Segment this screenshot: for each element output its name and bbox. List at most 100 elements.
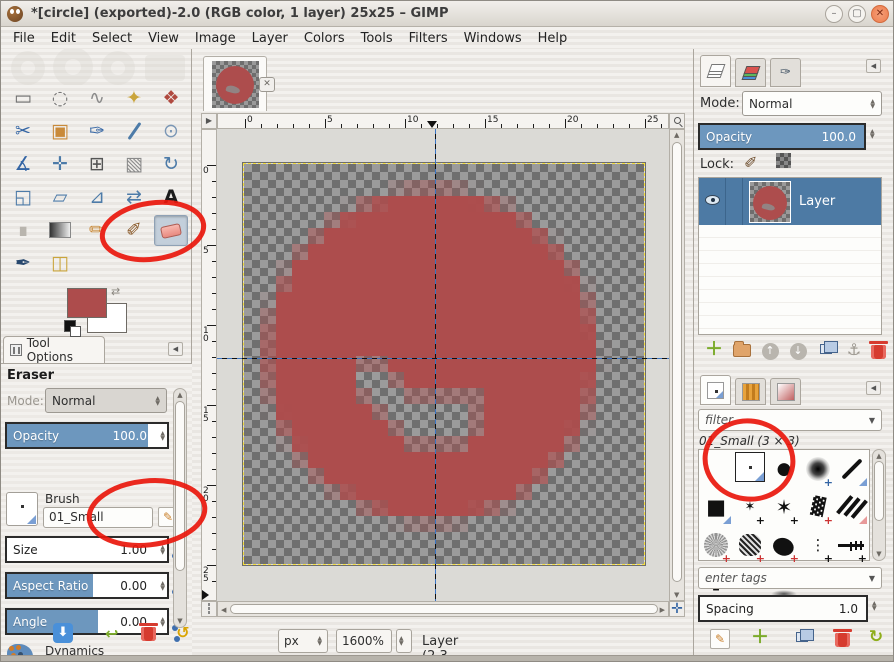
- layer-opacity-spinner[interactable]: ▲ ▼: [870, 129, 875, 140]
- tab-brushes[interactable]: [700, 375, 731, 405]
- tab-paths[interactable]: ✑: [770, 58, 801, 87]
- image-tab[interactable]: [203, 56, 267, 111]
- menu-layer[interactable]: Layer: [244, 29, 296, 48]
- tool-flip[interactable]: ⇄: [117, 182, 151, 213]
- tool-perspective[interactable]: ⊿: [80, 182, 114, 213]
- menu-file[interactable]: File: [5, 29, 43, 48]
- brush-tags-input[interactable]: enter tags ▼: [698, 567, 882, 589]
- zoom-level-field[interactable]: 1600%: [336, 629, 392, 653]
- delete-layer-icon[interactable]: [866, 341, 890, 363]
- brush-chalk[interactable]: +: [699, 526, 733, 564]
- menu-image[interactable]: Image: [187, 29, 244, 48]
- layer-name[interactable]: Layer: [799, 194, 835, 209]
- menu-tools[interactable]: Tools: [353, 29, 401, 48]
- tool-scale[interactable]: ◱: [6, 182, 40, 213]
- canvas-layer[interactable]: [243, 163, 645, 565]
- collapse-left-dock-icon[interactable]: ◀: [168, 342, 183, 356]
- duplicate-layer-icon[interactable]: [814, 339, 838, 361]
- brush-noise[interactable]: +: [733, 526, 767, 564]
- tool-paths[interactable]: ✑: [80, 116, 114, 147]
- layer-opacity-slider[interactable]: Opacity 100.0: [698, 123, 866, 150]
- brush-spark-thin[interactable]: ✶ +: [733, 488, 767, 527]
- vertical-scrollbar[interactable]: ▲ ▼: [669, 129, 685, 601]
- foreground-color-swatch[interactable]: [67, 288, 107, 318]
- collapse-brushes-dock-icon[interactable]: ◀: [866, 381, 881, 395]
- lower-layer-icon[interactable]: ↓: [786, 339, 810, 361]
- quick-mask-toggle-icon[interactable]: [201, 601, 217, 617]
- aspect-ratio-slider[interactable]: Aspect Ratio 0.00 ▲ ▼: [5, 572, 169, 599]
- menu-edit[interactable]: Edit: [43, 29, 84, 48]
- layer-list[interactable]: Layer: [698, 177, 882, 335]
- brush-dots[interactable]: ⋮ +: [801, 526, 835, 564]
- tool-fuzzy-select[interactable]: ✦: [117, 83, 151, 114]
- restore-tool-preset-icon[interactable]: ↩: [105, 624, 118, 643]
- default-colors-icon[interactable]: [64, 320, 81, 337]
- tool-free-select[interactable]: ∿: [80, 83, 114, 114]
- tool-scissors[interactable]: ✂: [6, 116, 40, 147]
- tool-rotate[interactable]: ↻: [154, 149, 188, 180]
- ruler-corner-menu-icon[interactable]: ▶: [201, 113, 217, 129]
- anchor-layer-icon[interactable]: ⚓: [842, 339, 866, 361]
- tool-shear[interactable]: ▱: [43, 182, 77, 213]
- brush-grunge[interactable]: ▓ +: [801, 488, 835, 526]
- menu-view[interactable]: View: [140, 29, 187, 48]
- unit-select[interactable]: px ▲ ▼: [278, 629, 328, 653]
- menu-select[interactable]: Select: [84, 29, 140, 48]
- brush-blank[interactable]: [699, 450, 733, 488]
- layer-row[interactable]: Layer: [699, 178, 881, 225]
- layer-mode-select[interactable]: Normal ▲ ▼: [742, 91, 882, 116]
- save-tool-preset-icon[interactable]: ⬇: [53, 623, 73, 643]
- tool-zoom[interactable]: ⊙: [154, 116, 188, 147]
- tool-align[interactable]: ⊞: [80, 149, 114, 180]
- maximize-button[interactable]: ▢: [848, 5, 866, 23]
- horizontal-scrollbar[interactable]: ◀ ▶: [217, 601, 669, 617]
- tab-patterns[interactable]: [735, 378, 766, 405]
- menu-colors[interactable]: Colors: [296, 29, 353, 48]
- brush-01_small[interactable]: [733, 450, 767, 488]
- tab-tool-options[interactable]: Tool Options: [3, 336, 105, 364]
- zoom-follow-window-icon[interactable]: [669, 113, 685, 129]
- tool-crop[interactable]: ▧: [117, 149, 151, 180]
- tool-measure[interactable]: ∡: [6, 149, 40, 180]
- brush-spacing-spinner[interactable]: ▲ ▼: [872, 601, 877, 612]
- lock-pixels-icon[interactable]: ✐: [744, 153, 757, 172]
- tool-pencil[interactable]: ✏: [80, 215, 114, 246]
- navigation-icon[interactable]: ✛: [669, 601, 685, 617]
- brush-blob[interactable]: ● +: [767, 526, 801, 564]
- tab-layers[interactable]: [700, 55, 731, 87]
- swap-colors-icon[interactable]: ⇄: [111, 285, 120, 298]
- collapse-right-dock-icon[interactable]: ◀: [866, 59, 881, 73]
- brush-hatch[interactable]: [835, 488, 869, 526]
- brush-grid-scrollbar[interactable]: ▲ ▼: [872, 449, 886, 561]
- delete-tool-preset-icon[interactable]: [139, 623, 158, 641]
- tool-ink[interactable]: ✒: [6, 248, 40, 279]
- tool-ellipse-select[interactable]: ◌: [43, 83, 77, 114]
- refresh-brushes-icon[interactable]: ↻: [864, 627, 888, 649]
- tab-gradients[interactable]: [770, 378, 801, 405]
- duplicate-brush-icon[interactable]: [790, 627, 814, 649]
- opacity-slider[interactable]: Opacity 100.0 ▲ ▼: [5, 422, 169, 449]
- brush-grid[interactable]: ●+■✶+✶+▓+++●+⋮++▮: [698, 449, 870, 599]
- tool-select-by-color[interactable]: ❖: [154, 83, 188, 114]
- menu-help[interactable]: Help: [530, 29, 576, 48]
- reset-tool-options-icon[interactable]: ↺: [173, 623, 193, 643]
- lock-alpha-icon[interactable]: [776, 153, 791, 168]
- menu-windows[interactable]: Windows: [456, 29, 530, 48]
- eraser-mode-select[interactable]: Normal ▲ ▼: [45, 388, 167, 413]
- brush-filter-input[interactable]: filter ▼: [698, 409, 882, 431]
- new-layer-group-icon[interactable]: [730, 339, 754, 361]
- close-image-tab-icon[interactable]: ✕: [259, 77, 275, 92]
- brush-dot-circle[interactable]: ●: [767, 450, 801, 488]
- tool-eraser[interactable]: [154, 215, 188, 246]
- brush-spark[interactable]: ✶ +: [767, 488, 801, 526]
- brush-line[interactable]: +: [835, 526, 869, 564]
- tool-foreground-select[interactable]: ▣: [43, 116, 77, 147]
- brush-name-field[interactable]: 01_Small: [43, 507, 153, 528]
- brush-square[interactable]: ■: [699, 488, 733, 526]
- menu-filters[interactable]: Filters: [401, 29, 456, 48]
- new-brush-icon[interactable]: ＋: [748, 627, 772, 649]
- tool-rectangle-select[interactable]: ▭: [6, 83, 40, 114]
- new-layer-icon[interactable]: ＋: [702, 339, 726, 361]
- close-button[interactable]: ✕: [871, 5, 889, 23]
- size-field[interactable]: Size 1.00 ▲ ▼: [5, 536, 169, 563]
